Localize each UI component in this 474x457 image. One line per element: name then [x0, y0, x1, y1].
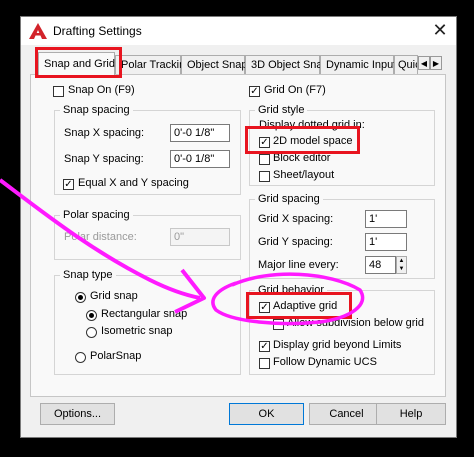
drafting-settings-dialog: Drafting Settings ✕ Snap and Grid Polar … [20, 16, 457, 438]
options-button[interactable]: Options... [40, 403, 115, 425]
equal-spacing-label: Equal X and Y spacing [78, 177, 189, 189]
tab-dynamic-input[interactable]: Dynamic Input [320, 55, 396, 74]
isometric-snap-radio[interactable] [86, 327, 97, 338]
grid-behavior-title: Grid behavior [255, 284, 328, 296]
arrow-right-icon[interactable]: ▶ [430, 56, 442, 70]
block-editor-label: Block editor [273, 152, 331, 164]
grid-snap-radio[interactable] [75, 292, 86, 303]
snap-y-input[interactable] [170, 150, 230, 168]
close-icon[interactable]: ✕ [428, 19, 452, 41]
window-title: Drafting Settings [53, 24, 142, 38]
polar-distance-label: Polar distance: [64, 231, 137, 243]
polarsnap-radio[interactable] [75, 352, 86, 363]
polarsnap-label: PolarSnap [90, 350, 142, 362]
isometric-snap-label: Isometric snap [101, 325, 173, 337]
tab-polar-tracking[interactable]: Polar Tracking [115, 55, 191, 74]
tab-quick-properties[interactable]: Quic [394, 55, 418, 74]
checkmark-icon: ✓ [64, 179, 73, 190]
polar-distance-input[interactable] [170, 228, 230, 246]
equal-spacing-checkbox[interactable]: ✓ [63, 179, 74, 190]
rectangular-snap-radio[interactable] [86, 310, 97, 321]
checkmark-icon: ✓ [260, 137, 269, 148]
checkmark-icon: ✓ [250, 86, 259, 97]
tab-snap-and-grid[interactable]: Snap and Grid [38, 52, 115, 75]
checkmark-icon: ✓ [260, 341, 269, 352]
grid-y-input[interactable] [365, 233, 407, 251]
tab-object-snap[interactable]: Object Snap [181, 55, 248, 74]
adaptive-grid-checkbox[interactable]: ✓ [259, 302, 270, 313]
model-space-label: 2D model space [273, 135, 353, 147]
major-line-label: Major line every: [258, 259, 339, 271]
beyond-limits-checkbox[interactable]: ✓ [259, 341, 270, 352]
title-bar[interactable]: Drafting Settings ✕ [21, 17, 456, 45]
allow-subdivision-label: Allow subdivision below grid [287, 317, 424, 329]
sheet-layout-label: Sheet/layout [273, 169, 335, 181]
sheet-layout-checkbox[interactable] [259, 171, 270, 182]
snap-x-input[interactable] [170, 124, 230, 142]
grid-x-input[interactable] [365, 210, 407, 228]
grid-on-label: Grid On (F7) [264, 84, 326, 96]
snap-on-label: Snap On (F9) [68, 84, 135, 96]
grid-x-label: Grid X spacing: [258, 213, 334, 225]
autocad-a-icon [29, 23, 47, 39]
grid-style-caption: Display dotted grid in: [259, 119, 365, 131]
snap-y-label: Snap Y spacing: [64, 153, 144, 165]
grid-style-title: Grid style [255, 104, 308, 116]
beyond-limits-label: Display grid beyond Limits [273, 339, 402, 351]
grid-spacing-title: Grid spacing [255, 193, 323, 205]
grid-snap-label: Grid snap [90, 290, 138, 302]
snap-x-label: Snap X spacing: [64, 127, 145, 139]
adaptive-grid-label: Adaptive grid [273, 300, 338, 312]
polar-spacing-title: Polar spacing [60, 209, 133, 221]
follow-dynamic-ucs-checkbox[interactable] [259, 358, 270, 369]
grid-on-checkbox[interactable]: ✓ [249, 86, 260, 97]
snap-type-title: Snap type [60, 269, 116, 281]
model-space-checkbox[interactable]: ✓ [259, 137, 270, 148]
checkmark-icon: ✓ [260, 302, 269, 313]
follow-dynamic-ucs-label: Follow Dynamic UCS [273, 356, 377, 368]
snap-spacing-title: Snap spacing [60, 104, 133, 116]
arrow-left-icon[interactable]: ◀ [418, 56, 430, 70]
cancel-button[interactable]: Cancel [309, 403, 384, 425]
help-button[interactable]: Help [376, 403, 446, 425]
allow-subdivision-checkbox[interactable] [273, 319, 284, 330]
rectangular-snap-label: Rectangular snap [101, 308, 188, 320]
ok-button[interactable]: OK [229, 403, 304, 425]
block-editor-checkbox[interactable] [259, 154, 270, 165]
spin-updown-icon[interactable]: ▲ ▼ [396, 256, 407, 274]
snap-on-checkbox[interactable] [53, 86, 64, 97]
grid-y-label: Grid Y spacing: [258, 236, 333, 248]
tab-3d-object-snap[interactable]: 3D Object Snap [245, 55, 329, 74]
major-line-input[interactable] [365, 256, 396, 274]
